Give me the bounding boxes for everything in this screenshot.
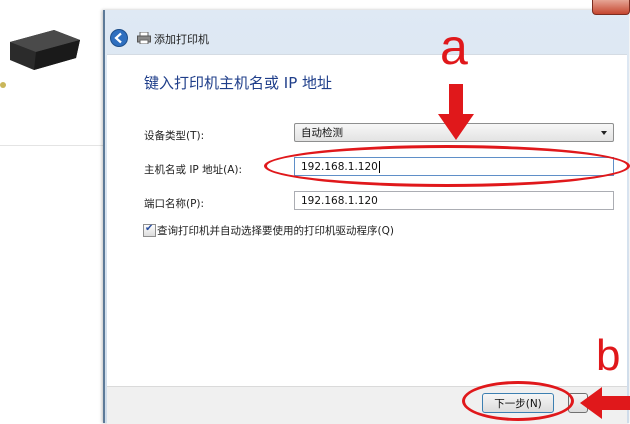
printer-icon (137, 32, 151, 44)
back-arrow-icon[interactable] (110, 29, 128, 47)
hostname-label: 主机名或 IP 地址(A): (144, 164, 243, 176)
query-driver-checkbox[interactable]: ✔ (143, 223, 156, 237)
divider (0, 145, 104, 146)
highlight-ellipse-next (462, 381, 574, 421)
left-arrow-icon (580, 387, 630, 419)
annotation-a: a (440, 19, 468, 75)
highlight-ellipse-hostname (264, 145, 630, 187)
page-heading: 键入打印机主机名或 IP 地址 (144, 74, 333, 92)
port-value: 192.168.1.120 (301, 195, 378, 207)
dialog-content (107, 54, 627, 387)
query-driver-label[interactable]: 查询打印机并自动选择要使用的打印机驱动程序(Q) (157, 223, 394, 238)
close-button[interactable] (592, 0, 630, 15)
port-label: 端口名称(P): (144, 198, 205, 210)
device-type-value: 自动检测 (301, 127, 343, 139)
window-title: 添加打印机 (154, 33, 209, 46)
device-type-label: 设备类型(T): (144, 130, 205, 142)
chevron-down-icon (601, 131, 607, 135)
down-arrow-icon (438, 84, 474, 140)
annotation-b: b (596, 331, 621, 380)
checkmark-icon: ✔ (145, 223, 154, 234)
printer-device-icon (10, 30, 80, 70)
port-input[interactable]: 192.168.1.120 (294, 191, 614, 210)
device-shadow-icon (0, 82, 6, 88)
